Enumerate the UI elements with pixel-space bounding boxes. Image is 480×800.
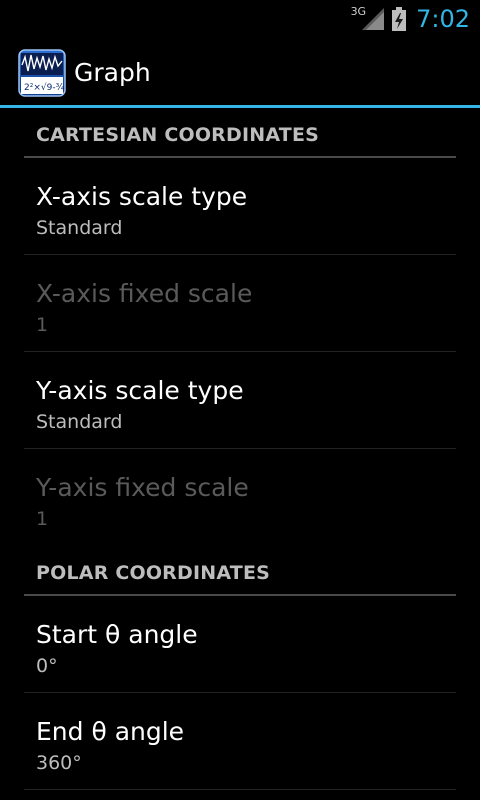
svg-text:2²×√9-¾: 2²×√9-¾ [24,82,65,93]
pref-end-theta-angle[interactable]: End θ angle 360° [24,693,456,790]
pref-y-axis-fixed-scale: Y-axis fixed scale 1 [24,449,456,546]
pref-x-axis-scale-type[interactable]: X-axis scale type Standard [24,158,456,255]
pref-start-theta-angle[interactable]: Start θ angle 0° [24,596,456,693]
pref-x-axis-fixed-scale: X-axis fixed scale 1 [24,255,456,352]
clock: 7:02 [416,5,470,33]
status-bar: 3G 7:02 [0,0,480,38]
preferences-list: CARTESIAN COORDINATES X-axis scale type … [24,108,456,790]
app-title: Graph [74,58,151,87]
pref-title: Y-axis fixed scale [36,473,249,502]
pref-title: Start θ angle [36,620,198,649]
pref-title: End θ angle [36,717,185,746]
pref-title: X-axis fixed scale [36,279,253,308]
status-icons: 3G 7:02 [351,0,480,38]
section-header-cartesian: CARTESIAN COORDINATES [24,108,456,158]
pref-summary: 1 [36,314,49,336]
pref-title: Y-axis scale type [36,376,244,405]
pref-summary: Standard [36,411,123,433]
pref-summary: 0° [36,655,58,677]
section-header-polar: POLAR COORDINATES [24,546,456,596]
pref-y-axis-scale-type[interactable]: Y-axis scale type Standard [24,352,456,449]
pref-title: X-axis scale type [36,182,248,211]
pref-summary: 1 [36,508,49,530]
pref-summary: 360° [36,752,82,774]
action-bar: 2²×√9-¾ Graph [0,38,480,108]
network-type-label: 3G [350,4,367,18]
pref-summary: Standard [36,217,123,239]
battery-charging-icon [392,7,407,31]
graph-app-icon[interactable]: 2²×√9-¾ [18,49,66,97]
